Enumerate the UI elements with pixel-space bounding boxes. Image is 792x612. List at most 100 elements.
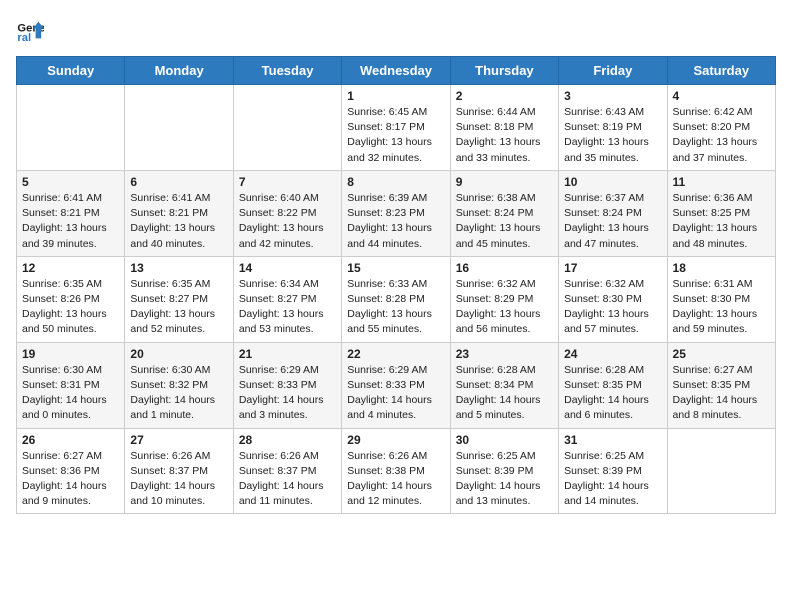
- calendar-cell: 7Sunrise: 6:40 AM Sunset: 8:22 PM Daylig…: [233, 170, 341, 256]
- calendar-cell: [17, 85, 125, 171]
- calendar-cell: 26 Sunrise: 6:27 AM Sunset: 8:36 PM Dayli…: [17, 428, 125, 514]
- calendar-cell: 14 Sunrise: 6:34 AM Sunset: 8:27 PM Dayli…: [233, 256, 341, 342]
- day-number: 26: [22, 433, 119, 447]
- week-row-1: 1Sunrise: 6:45 AM Sunset: 8:17 PM Daylig…: [17, 85, 776, 171]
- day-info: Sunrise: 6:32 AM Sunset: 8:30 PM Dayligh…: [564, 277, 661, 338]
- weekday-header-sunday: Sunday: [17, 57, 125, 85]
- calendar-cell: 25 Sunrise: 6:27 AM Sunset: 8:35 PM Dayli…: [667, 342, 775, 428]
- day-info: Sunrise: 6:35 AM Sunset: 8:26 PM Dayligh…: [22, 277, 119, 338]
- day-number: 14: [239, 261, 336, 275]
- week-row-2: 5 Sunrise: 6:41 AM Sunset: 8:21 PM Daylig…: [17, 170, 776, 256]
- calendar-table: SundayMondayTuesdayWednesdayThursdayFrid…: [16, 56, 776, 514]
- calendar-cell: [233, 85, 341, 171]
- calendar-cell: 11 Sunrise: 6:36 AM Sunset: 8:25 PM Dayli…: [667, 170, 775, 256]
- day-info: Sunrise: 6:33 AM Sunset: 8:28 PM Dayligh…: [347, 277, 444, 338]
- calendar-cell: 8 Sunrise: 6:39 AM Sunset: 8:23 PM Daylig…: [342, 170, 450, 256]
- calendar-cell: 21 Sunrise: 6:29 AM Sunset: 8:33 PM Dayli…: [233, 342, 341, 428]
- calendar-cell: 3 Sunrise: 6:43 AM Sunset: 8:19 PM Daylig…: [559, 85, 667, 171]
- day-info: Sunrise: 6:29 AM Sunset: 8:33 PM Dayligh…: [239, 363, 336, 424]
- week-row-4: 19 Sunrise: 6:30 AM Sunset: 8:31 PM Dayli…: [17, 342, 776, 428]
- day-number: 17: [564, 261, 661, 275]
- page-header: Gene ral: [16, 16, 776, 44]
- calendar-cell: 20 Sunrise: 6:30 AM Sunset: 8:32 PM Dayli…: [125, 342, 233, 428]
- calendar-cell: 6 Sunrise: 6:41 AM Sunset: 8:21 PM Daylig…: [125, 170, 233, 256]
- day-info: Sunrise: 6:35 AM Sunset: 8:27 PM Dayligh…: [130, 277, 227, 338]
- day-number: 8: [347, 175, 444, 189]
- day-info: Sunrise: 6:27 AM Sunset: 8:35 PM Dayligh…: [673, 363, 770, 424]
- calendar-cell: 9 Sunrise: 6:38 AM Sunset: 8:24 PM Daylig…: [450, 170, 558, 256]
- calendar-cell: 31 Sunrise: 6:25 AM Sunset: 8:39 PM Dayli…: [559, 428, 667, 514]
- calendar-cell: 10 Sunrise: 6:37 AM Sunset: 8:24 PM Dayli…: [559, 170, 667, 256]
- calendar-cell: 22Sunrise: 6:29 AM Sunset: 8:33 PM Dayli…: [342, 342, 450, 428]
- day-info: Sunrise: 6:27 AM Sunset: 8:36 PM Dayligh…: [22, 449, 119, 510]
- day-info: Sunrise: 6:30 AM Sunset: 8:32 PM Dayligh…: [130, 363, 227, 424]
- day-number: 2: [456, 89, 553, 103]
- calendar-cell: 4 Sunrise: 6:42 AM Sunset: 8:20 PM Daylig…: [667, 85, 775, 171]
- day-number: 9: [456, 175, 553, 189]
- day-number: 6: [130, 175, 227, 189]
- day-number: 10: [564, 175, 661, 189]
- calendar-cell: 1Sunrise: 6:45 AM Sunset: 8:17 PM Daylig…: [342, 85, 450, 171]
- day-info: Sunrise: 6:30 AM Sunset: 8:31 PM Dayligh…: [22, 363, 119, 424]
- day-info: Sunrise: 6:32 AM Sunset: 8:29 PM Dayligh…: [456, 277, 553, 338]
- week-row-5: 26 Sunrise: 6:27 AM Sunset: 8:36 PM Dayli…: [17, 428, 776, 514]
- weekday-header-row: SundayMondayTuesdayWednesdayThursdayFrid…: [17, 57, 776, 85]
- day-number: 3: [564, 89, 661, 103]
- calendar-cell: 19 Sunrise: 6:30 AM Sunset: 8:31 PM Dayli…: [17, 342, 125, 428]
- day-info: Sunrise: 6:41 AM Sunset: 8:21 PM Dayligh…: [130, 191, 227, 252]
- day-number: 4: [673, 89, 770, 103]
- day-number: 24: [564, 347, 661, 361]
- svg-text:ral: ral: [17, 32, 31, 44]
- calendar-cell: 13Sunrise: 6:35 AM Sunset: 8:27 PM Dayli…: [125, 256, 233, 342]
- calendar-cell: 5 Sunrise: 6:41 AM Sunset: 8:21 PM Daylig…: [17, 170, 125, 256]
- day-info: Sunrise: 6:34 AM Sunset: 8:27 PM Dayligh…: [239, 277, 336, 338]
- day-number: 19: [22, 347, 119, 361]
- day-info: Sunrise: 6:25 AM Sunset: 8:39 PM Dayligh…: [564, 449, 661, 510]
- weekday-header-friday: Friday: [559, 57, 667, 85]
- day-number: 30: [456, 433, 553, 447]
- day-number: 11: [673, 175, 770, 189]
- day-info: Sunrise: 6:25 AM Sunset: 8:39 PM Dayligh…: [456, 449, 553, 510]
- day-number: 5: [22, 175, 119, 189]
- weekday-header-tuesday: Tuesday: [233, 57, 341, 85]
- calendar-cell: 30 Sunrise: 6:25 AM Sunset: 8:39 PM Dayli…: [450, 428, 558, 514]
- calendar-cell: [667, 428, 775, 514]
- calendar-cell: 12Sunrise: 6:35 AM Sunset: 8:26 PM Dayli…: [17, 256, 125, 342]
- day-number: 15: [347, 261, 444, 275]
- weekday-header-thursday: Thursday: [450, 57, 558, 85]
- day-info: Sunrise: 6:28 AM Sunset: 8:34 PM Dayligh…: [456, 363, 553, 424]
- day-info: Sunrise: 6:38 AM Sunset: 8:24 PM Dayligh…: [456, 191, 553, 252]
- day-info: Sunrise: 6:41 AM Sunset: 8:21 PM Dayligh…: [22, 191, 119, 252]
- day-info: Sunrise: 6:26 AM Sunset: 8:38 PM Dayligh…: [347, 449, 444, 510]
- day-info: Sunrise: 6:26 AM Sunset: 8:37 PM Dayligh…: [130, 449, 227, 510]
- calendar-cell: 28Sunrise: 6:26 AM Sunset: 8:37 PM Dayli…: [233, 428, 341, 514]
- day-number: 16: [456, 261, 553, 275]
- calendar-cell: 2Sunrise: 6:44 AM Sunset: 8:18 PM Daylig…: [450, 85, 558, 171]
- calendar-cell: [125, 85, 233, 171]
- day-info: Sunrise: 6:37 AM Sunset: 8:24 PM Dayligh…: [564, 191, 661, 252]
- day-number: 20: [130, 347, 227, 361]
- day-info: Sunrise: 6:40 AM Sunset: 8:22 PM Dayligh…: [239, 191, 336, 252]
- day-number: 1: [347, 89, 444, 103]
- day-number: 25: [673, 347, 770, 361]
- calendar-cell: 27 Sunrise: 6:26 AM Sunset: 8:37 PM Dayli…: [125, 428, 233, 514]
- calendar-cell: 29Sunrise: 6:26 AM Sunset: 8:38 PM Dayli…: [342, 428, 450, 514]
- day-info: Sunrise: 6:43 AM Sunset: 8:19 PM Dayligh…: [564, 105, 661, 166]
- day-info: Sunrise: 6:39 AM Sunset: 8:23 PM Dayligh…: [347, 191, 444, 252]
- day-info: Sunrise: 6:29 AM Sunset: 8:33 PM Dayligh…: [347, 363, 444, 424]
- week-row-3: 12Sunrise: 6:35 AM Sunset: 8:26 PM Dayli…: [17, 256, 776, 342]
- calendar-cell: 23Sunrise: 6:28 AM Sunset: 8:34 PM Dayli…: [450, 342, 558, 428]
- day-info: Sunrise: 6:42 AM Sunset: 8:20 PM Dayligh…: [673, 105, 770, 166]
- day-info: Sunrise: 6:28 AM Sunset: 8:35 PM Dayligh…: [564, 363, 661, 424]
- weekday-header-monday: Monday: [125, 57, 233, 85]
- day-number: 27: [130, 433, 227, 447]
- weekday-header-wednesday: Wednesday: [342, 57, 450, 85]
- calendar-cell: 17 Sunrise: 6:32 AM Sunset: 8:30 PM Dayli…: [559, 256, 667, 342]
- logo-icon: Gene ral: [16, 16, 44, 44]
- day-info: Sunrise: 6:36 AM Sunset: 8:25 PM Dayligh…: [673, 191, 770, 252]
- logo: Gene ral: [16, 16, 48, 44]
- day-number: 31: [564, 433, 661, 447]
- calendar-cell: 16 Sunrise: 6:32 AM Sunset: 8:29 PM Dayli…: [450, 256, 558, 342]
- day-number: 21: [239, 347, 336, 361]
- calendar-cell: 15 Sunrise: 6:33 AM Sunset: 8:28 PM Dayli…: [342, 256, 450, 342]
